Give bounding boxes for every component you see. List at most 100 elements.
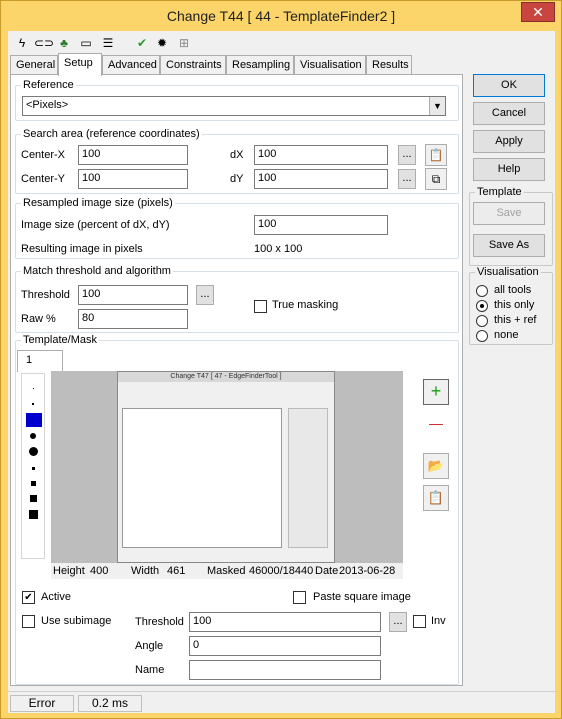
template-mask-label: Template/Mask bbox=[21, 334, 99, 346]
template-subtab[interactable]: 1 bbox=[17, 350, 63, 372]
preview-thumbnail: Change T47 [ 47 - EdgeFinderTool ] bbox=[117, 371, 335, 563]
vis-none-label: none bbox=[494, 329, 519, 341]
angle-field[interactable]: 0 bbox=[189, 636, 381, 656]
vis-none-radio[interactable] bbox=[476, 330, 488, 342]
center-x-field[interactable]: 100 bbox=[78, 145, 188, 165]
vis-this-only-label: this only bbox=[494, 299, 535, 311]
template-info-bar: Height 400 Width 461 Masked 46000/18440 … bbox=[51, 563, 403, 579]
tm-threshold-browse-button[interactable]: ... bbox=[389, 612, 407, 632]
save-button[interactable]: Save bbox=[473, 202, 545, 225]
brush-size-7[interactable] bbox=[31, 481, 36, 486]
resampled-group: Resampled image size (pixels) Image size… bbox=[15, 197, 459, 259]
resulting-image-value: 100 x 100 bbox=[254, 243, 303, 255]
save-as-button[interactable]: Save As bbox=[473, 234, 545, 257]
vis-all-tools-radio[interactable] bbox=[476, 285, 488, 297]
tab-constraints[interactable]: Constraints bbox=[160, 55, 226, 75]
paste-icon[interactable]: 📋 bbox=[425, 144, 447, 166]
reference-group-label: Reference bbox=[21, 79, 76, 91]
raw-label: Raw % bbox=[21, 313, 56, 325]
inv-checkbox[interactable] bbox=[413, 615, 426, 628]
dx-browse-button[interactable]: ... bbox=[398, 145, 416, 165]
true-masking-label: True masking bbox=[272, 299, 339, 311]
title-bar[interactable]: Change T44 [ 44 - TemplateFinder2 ] ✕ bbox=[1, 1, 561, 31]
status-time: 0.2 ms bbox=[78, 695, 142, 712]
match-group: Match threshold and algorithm Threshold … bbox=[15, 265, 459, 333]
open-folder-button[interactable]: 📂 bbox=[423, 453, 449, 479]
brush-size-9[interactable] bbox=[29, 510, 38, 519]
grid-icon[interactable]: ⊞ bbox=[176, 35, 192, 51]
tab-general[interactable]: General bbox=[10, 55, 58, 75]
tab-results[interactable]: Results bbox=[366, 55, 412, 75]
remove-template-button[interactable]: — bbox=[423, 413, 449, 439]
dx-field[interactable]: 100 bbox=[254, 145, 388, 165]
tab-resampling[interactable]: Resampling bbox=[226, 55, 294, 75]
reference-group: Reference <Pixels> ▼ bbox=[15, 79, 459, 121]
dialog-client: ϟ ⊂⊃ ♣ ▭ ☰ ✔ ✹ ⊞ General Setup Advanced … bbox=[8, 31, 555, 713]
template-preview[interactable]: Change T47 [ 47 - EdgeFinderTool ] bbox=[51, 371, 403, 563]
tab-visualisation[interactable]: Visualisation bbox=[294, 55, 366, 75]
image-size-label: Image size (percent of dX, dY) bbox=[21, 219, 170, 231]
vis-this-only-radio[interactable] bbox=[476, 300, 488, 312]
chevron-down-icon[interactable]: ▼ bbox=[429, 97, 445, 115]
brush-size-1[interactable] bbox=[33, 388, 34, 389]
image-size-field[interactable]: 100 bbox=[254, 215, 388, 235]
brush-size-8[interactable] bbox=[30, 495, 37, 502]
frog-icon[interactable]: ♣ bbox=[56, 35, 72, 51]
status-bar: Error 0.2 ms bbox=[8, 691, 555, 713]
toolbar: ϟ ⊂⊃ ♣ ▭ ☰ ✔ ✹ ⊞ bbox=[8, 31, 555, 55]
vis-this-ref-label: this + ref bbox=[494, 314, 537, 326]
vis-this-ref-radio[interactable] bbox=[476, 315, 488, 327]
brush-size-5[interactable] bbox=[29, 447, 38, 456]
tab-setup[interactable]: Setup bbox=[58, 53, 102, 76]
dy-field[interactable]: 100 bbox=[254, 169, 388, 189]
reference-value: <Pixels> bbox=[26, 99, 69, 111]
center-x-label: Center-X bbox=[21, 149, 66, 161]
threshold-browse-button[interactable]: ... bbox=[196, 285, 214, 305]
use-subimage-checkbox[interactable] bbox=[22, 615, 35, 628]
angle-label: Angle bbox=[135, 640, 164, 652]
brush-size-2[interactable] bbox=[32, 403, 34, 405]
true-masking-checkbox[interactable] bbox=[254, 300, 267, 313]
match-label: Match threshold and algorithm bbox=[21, 265, 173, 277]
preview-thumbnail-list bbox=[122, 408, 282, 548]
help-button[interactable]: Help bbox=[473, 158, 545, 181]
brush-palette bbox=[21, 373, 45, 559]
inv-label: Inv bbox=[431, 615, 446, 627]
template-side-label: Template bbox=[475, 186, 524, 198]
check-icon[interactable]: ✔ bbox=[134, 35, 150, 51]
threshold-field[interactable]: 100 bbox=[78, 285, 188, 305]
name-field[interactable] bbox=[189, 660, 381, 680]
brush-size-4[interactable] bbox=[30, 433, 36, 439]
apply-button[interactable]: Apply bbox=[473, 130, 545, 153]
active-checkbox[interactable]: ✔ bbox=[22, 591, 35, 604]
height-value: 400 bbox=[90, 565, 109, 577]
raw-field[interactable]: 80 bbox=[78, 309, 188, 329]
paste-square-label: Paste square image bbox=[313, 591, 411, 603]
paste-square-checkbox[interactable] bbox=[293, 591, 306, 604]
threshold-label: Threshold bbox=[21, 289, 70, 301]
dy-browse-button[interactable]: ... bbox=[398, 169, 416, 189]
brush-size-6[interactable] bbox=[32, 467, 35, 470]
lightning-icon[interactable]: ϟ bbox=[14, 35, 30, 51]
tab-advanced[interactable]: Advanced bbox=[102, 55, 160, 75]
link-icon[interactable]: ⊂⊃ bbox=[34, 35, 54, 51]
reference-select[interactable]: <Pixels> ▼ bbox=[22, 96, 446, 116]
visualisation-label: Visualisation bbox=[475, 266, 541, 278]
active-label: Active bbox=[41, 591, 71, 603]
console-icon[interactable]: ▭ bbox=[78, 35, 94, 51]
vis-all-tools-label: all tools bbox=[494, 284, 532, 296]
close-button[interactable]: ✕ bbox=[521, 2, 555, 22]
paste-template-button[interactable]: 📋 bbox=[423, 485, 449, 511]
add-template-button[interactable]: + bbox=[423, 379, 449, 405]
cancel-button[interactable]: Cancel bbox=[473, 102, 545, 125]
preview-thumbnail-buttons bbox=[288, 408, 328, 548]
tm-threshold-field[interactable]: 100 bbox=[189, 612, 381, 632]
width-label: Width bbox=[131, 565, 160, 577]
resulting-image-label: Resulting image in pixels bbox=[21, 243, 143, 255]
brush-size-3-selected[interactable] bbox=[26, 413, 42, 427]
ok-button[interactable]: OK bbox=[473, 74, 545, 97]
copy-icon[interactable]: ⧉ bbox=[425, 168, 447, 190]
list-icon[interactable]: ☰ bbox=[100, 35, 116, 51]
bug-icon[interactable]: ✹ bbox=[154, 35, 170, 51]
center-y-field[interactable]: 100 bbox=[78, 169, 188, 189]
